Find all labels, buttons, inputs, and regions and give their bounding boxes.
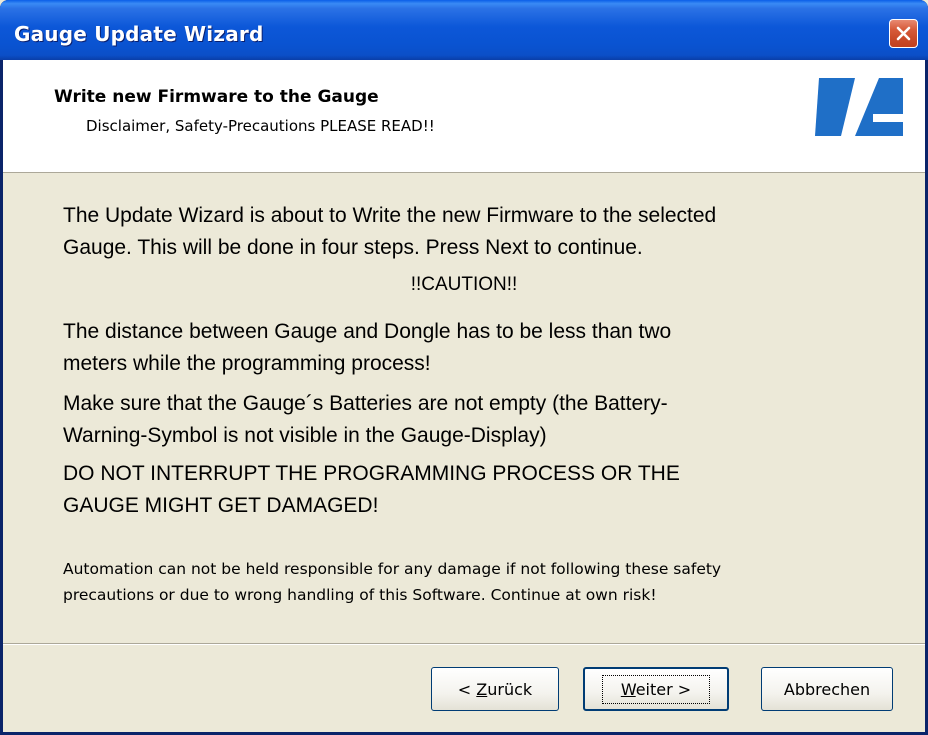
header-subtitle: Disclaimer, Safety-Precautions PLEASE RE… xyxy=(86,117,435,135)
close-button[interactable] xyxy=(889,19,918,48)
distance-paragraph: The distance between Gauge and Dongle ha… xyxy=(63,316,863,380)
intro-line-1: The Update Wizard is about to Write the … xyxy=(63,204,717,227)
back-rest: urück xyxy=(487,679,533,699)
distance-line-1: The distance between Gauge and Dongle ha… xyxy=(63,320,672,343)
next-button[interactable]: Weiter > xyxy=(583,667,729,711)
disclaimer-line-2: precautions or due to wrong handling of … xyxy=(63,586,657,604)
disclaimer-text: Automation can not be held responsible f… xyxy=(63,556,863,608)
wizard-window: Gauge Update Wizard Write new Firmware t… xyxy=(0,0,928,735)
next-mnemonic: W xyxy=(620,679,636,699)
cancel-button-label: Abbrechen xyxy=(783,679,871,699)
disclaimer-line-1: Automation can not be held responsible f… xyxy=(63,560,722,578)
close-icon xyxy=(896,26,911,41)
back-prefix: < xyxy=(457,679,477,699)
interrupt-line-1: DO NOT INTERRUPT THE PROGRAMMING PROCESS… xyxy=(63,462,680,485)
company-logo-icon xyxy=(815,78,903,136)
dialog-client-area: Write new Firmware to the Gauge Disclaim… xyxy=(3,60,925,732)
battery-paragraph: Make sure that the Gauge´s Batteries are… xyxy=(63,388,863,452)
back-mnemonic: Z xyxy=(476,679,488,699)
next-button-label: Weiter > xyxy=(601,674,711,704)
intro-line-2: Gauge. This will be done in four steps. … xyxy=(63,236,643,259)
next-rest: eiter > xyxy=(635,679,692,699)
title-bar[interactable]: Gauge Update Wizard xyxy=(0,0,928,60)
intro-paragraph: The Update Wizard is about to Write the … xyxy=(63,200,863,264)
button-separator xyxy=(3,643,925,645)
battery-line-1: Make sure that the Gauge´s Batteries are… xyxy=(63,392,668,415)
wizard-header: Write new Firmware to the Gauge Disclaim… xyxy=(3,60,925,173)
window-title: Gauge Update Wizard xyxy=(14,22,264,46)
back-button[interactable]: < Zurück xyxy=(431,667,559,711)
distance-line-2: meters while the programming process! xyxy=(63,352,431,375)
battery-line-2: Warning-Symbol is not visible in the Gau… xyxy=(63,424,547,447)
header-title: Write new Firmware to the Gauge xyxy=(54,87,379,107)
interrupt-line-2: GAUGE MIGHT GET DAMAGED! xyxy=(63,494,379,517)
back-button-label: < Zurück xyxy=(458,680,532,699)
interrupt-warning: DO NOT INTERRUPT THE PROGRAMMING PROCESS… xyxy=(63,458,863,522)
cancel-button[interactable]: Abbrechen xyxy=(761,667,893,711)
caution-heading: !!CAUTION!! xyxy=(410,274,518,295)
